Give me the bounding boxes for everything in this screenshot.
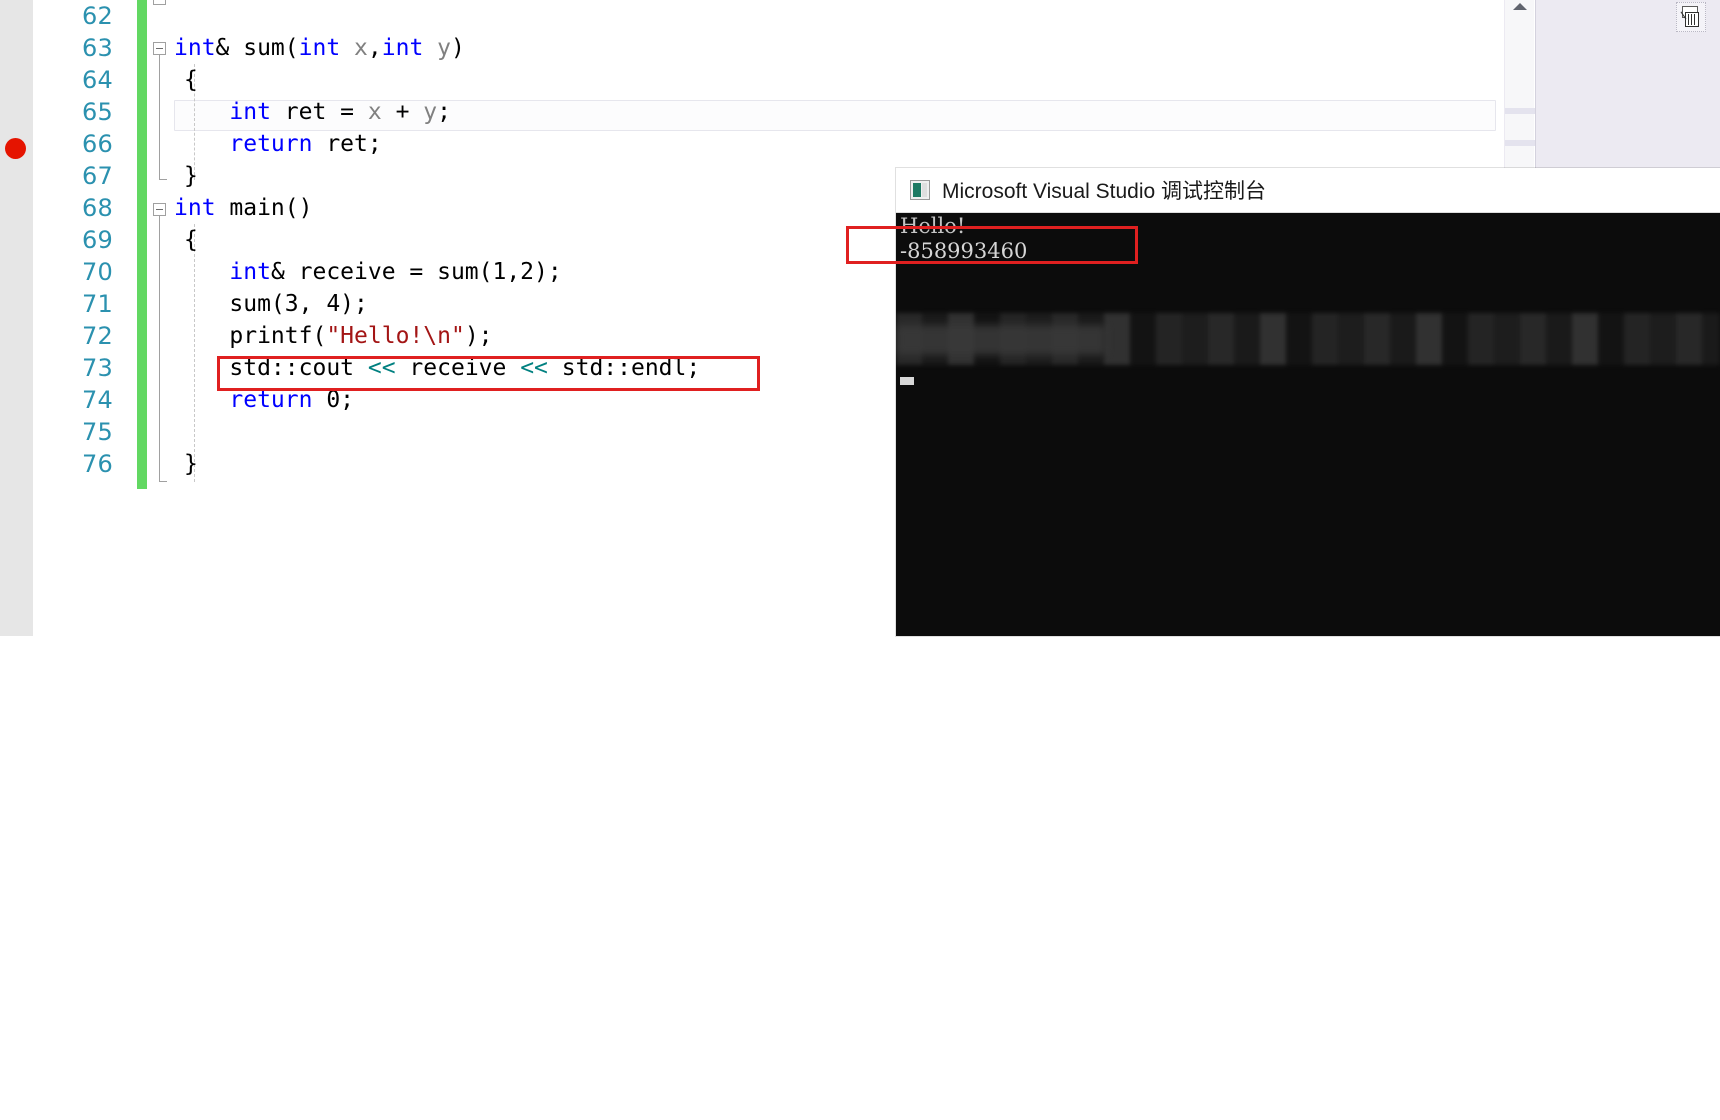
code-line-63[interactable]: int& sum(int x,int y) [174, 32, 465, 64]
token-text: ret = [270, 99, 368, 125]
preview-bar [1691, 14, 1692, 25]
line-number: 66 [82, 130, 113, 158]
fold-line-end [159, 179, 167, 180]
code-line-69[interactable]: { [184, 224, 198, 256]
code-line-67[interactable]: } [184, 160, 198, 192]
token-text: ) [451, 35, 465, 61]
token-text: ret; [312, 131, 382, 157]
scrollbar-marker [1505, 140, 1535, 146]
token-keyword: int [229, 259, 271, 285]
preview-bar [1694, 14, 1695, 25]
code-line-65[interactable]: int ret = x + y; [174, 96, 451, 128]
console-title-bar[interactable]: Microsoft Visual Studio 调试控制台 [896, 168, 1720, 213]
token-text: , [367, 35, 382, 61]
code-line-68[interactable]: int main() [174, 192, 312, 224]
collapse-icon[interactable] [153, 42, 166, 55]
scrollbar-marker [1505, 108, 1535, 114]
console-app-icon [910, 180, 930, 200]
token-string: "Hello!\n" [326, 323, 465, 349]
breakpoint-margin[interactable] [0, 0, 33, 636]
breakpoint-glyph[interactable] [5, 138, 26, 159]
token-param: x [367, 99, 382, 125]
blurred-output-region-secondary [896, 325, 1106, 355]
code-line-66[interactable]: return ret; [174, 128, 382, 160]
line-number: 67 [82, 162, 113, 190]
token-text: { [184, 67, 198, 93]
fold-line-end [159, 481, 167, 482]
line-number: 74 [82, 386, 113, 414]
change-tracking-bar [137, 0, 147, 489]
line-number: 76 [82, 450, 113, 478]
token-keyword: int [298, 35, 341, 61]
code-line-70[interactable]: int& receive = sum(1,2); [174, 256, 562, 288]
token-keyword: int [174, 35, 216, 61]
fold-line [159, 216, 160, 481]
line-number: 75 [82, 418, 113, 446]
token-text: ); [464, 323, 493, 349]
preview-bar [1688, 14, 1689, 25]
code-line-72[interactable]: printf("Hello!\n"); [174, 320, 493, 352]
token-text: & sum( [215, 35, 299, 61]
token-param: y [423, 99, 438, 125]
scroll-up-arrow-icon[interactable] [1513, 3, 1527, 10]
collapse-icon[interactable] [153, 203, 166, 216]
fold-line [159, 55, 160, 179]
token-text: ; [437, 99, 451, 125]
token-text: } [184, 451, 198, 477]
line-number: 72 [82, 322, 113, 350]
line-number: 69 [82, 226, 113, 254]
line-number: 73 [82, 354, 113, 382]
token-keyword: int [229, 99, 271, 125]
token-param: y [423, 35, 451, 61]
annotation-rectangle-console [846, 226, 1138, 264]
token-keyword: int [174, 195, 216, 221]
line-number: 63 [82, 34, 113, 62]
console-title-text: Microsoft Visual Studio 调试控制台 [942, 180, 1267, 203]
token-keyword: int [381, 35, 424, 61]
token-param: x [340, 35, 368, 61]
token-text: } [184, 163, 198, 189]
collapse-icon[interactable] [153, 0, 166, 5]
outlining-margin[interactable] [150, 0, 174, 636]
token-text: + [381, 99, 424, 125]
console-cursor [900, 377, 914, 385]
preview-tab-icon[interactable] [1676, 2, 1706, 32]
line-number: 71 [82, 290, 113, 318]
code-line-64[interactable]: { [184, 64, 198, 96]
line-number-gutter: 62 63 64 65 66 67 68 69 70 71 72 73 74 7… [33, 0, 135, 636]
token-text: main() [215, 195, 313, 221]
token-text: printf( [174, 323, 327, 349]
annotation-rectangle-code [217, 356, 760, 391]
line-number: 65 [82, 98, 113, 126]
code-line-76[interactable]: } [184, 448, 198, 480]
line-number: 68 [82, 194, 113, 222]
console-output-area[interactable]: Hello! -858993460 [896, 213, 1720, 636]
token-keyword: return [229, 131, 313, 157]
code-line-71[interactable]: sum(3, 4); [174, 288, 368, 320]
line-number: 62 [82, 2, 113, 30]
token-text: { [184, 227, 198, 253]
line-number: 70 [82, 258, 113, 286]
token-text: & receive = sum(1,2); [270, 259, 562, 285]
line-number: 64 [82, 66, 113, 94]
